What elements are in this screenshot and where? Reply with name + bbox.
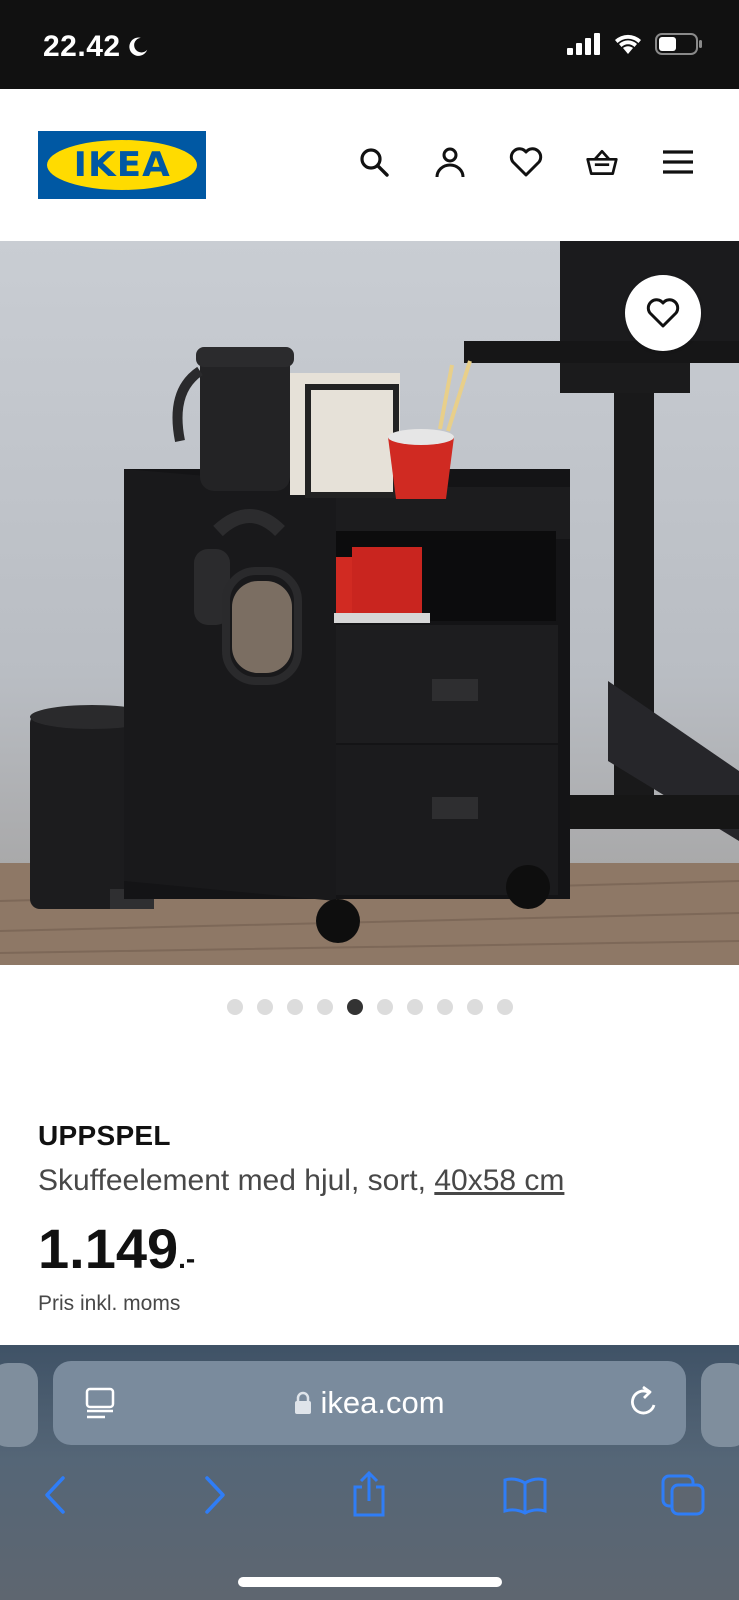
price-value: 1.149	[38, 1217, 179, 1280]
menu-icon	[663, 150, 693, 174]
product-photo	[0, 241, 739, 965]
carousel-dot[interactable]	[226, 999, 243, 1015]
tabs-icon	[661, 1474, 705, 1516]
wifi-icon	[615, 34, 641, 54]
carousel-dot[interactable]	[496, 999, 513, 1015]
price-note: Pris inkl. moms	[38, 1292, 181, 1315]
product-image[interactable]	[0, 241, 739, 965]
forward-button[interactable]	[190, 1470, 240, 1520]
back-icon	[45, 1476, 65, 1514]
forward-icon	[205, 1476, 225, 1514]
basket-icon	[586, 149, 618, 175]
carousel-dot[interactable]	[406, 999, 423, 1015]
product-dimensions-link[interactable]: 40x58 cm	[434, 1164, 564, 1197]
price-suffix: .-	[178, 1243, 196, 1274]
carousel-dot[interactable]	[256, 999, 273, 1015]
carousel-dot[interactable]	[346, 999, 363, 1015]
status-time-text: 22.42	[43, 30, 121, 63]
previous-tab-preview[interactable]	[0, 1363, 38, 1447]
battery-icon	[655, 33, 702, 55]
heart-icon	[509, 147, 543, 177]
browser-bar: ikea.com	[0, 1345, 739, 1600]
account-button[interactable]	[433, 145, 467, 179]
carousel-dot[interactable]	[376, 999, 393, 1015]
logo-text: IKEA	[73, 145, 171, 185]
carousel-dot[interactable]	[466, 999, 483, 1015]
browser-toolbar	[0, 1470, 739, 1530]
site-header: IKEA	[0, 89, 739, 241]
bookmarks-icon	[503, 1477, 547, 1515]
product-description: Skuffeelement med hjul, sort, 40x58 cm	[38, 1164, 564, 1198]
lock-icon	[295, 1391, 312, 1414]
home-indicator[interactable]	[238, 1577, 502, 1587]
search-icon	[360, 148, 389, 177]
share-button[interactable]	[344, 1470, 394, 1520]
url-text: ikea.com	[320, 1385, 445, 1420]
reload-icon[interactable]	[628, 1385, 660, 1419]
status-bar: 22.42	[0, 0, 739, 89]
back-button[interactable]	[30, 1470, 80, 1520]
basket-button[interactable]	[585, 145, 619, 179]
status-icons	[567, 33, 703, 55]
tabs-button[interactable]	[658, 1470, 708, 1520]
status-time: 22.42	[43, 30, 149, 64]
account-icon	[435, 147, 465, 178]
url-display: ikea.com	[53, 1385, 686, 1421]
address-bar[interactable]: ikea.com	[53, 1361, 686, 1445]
bookmarks-button[interactable]	[500, 1470, 550, 1520]
carousel-dot[interactable]	[286, 999, 303, 1015]
logo-oval: IKEA	[47, 140, 197, 190]
moon-icon	[128, 37, 147, 56]
header-icons	[357, 145, 695, 179]
favourite-button[interactable]	[625, 275, 701, 351]
next-tab-preview[interactable]	[701, 1363, 739, 1447]
product-name: UPPSPEL	[38, 1120, 171, 1151]
product-price: 1.149 .-	[38, 1216, 195, 1281]
product-description-text: Skuffeelement med hjul, sort,	[38, 1164, 435, 1197]
wishlist-button[interactable]	[509, 145, 543, 179]
signal-icon	[567, 33, 600, 55]
menu-button[interactable]	[661, 145, 695, 179]
ikea-logo[interactable]: IKEA	[38, 131, 206, 199]
heart-icon	[646, 298, 680, 328]
carousel-dots	[0, 999, 739, 1015]
share-icon	[353, 1471, 385, 1517]
carousel-dot[interactable]	[436, 999, 453, 1015]
search-button[interactable]	[357, 145, 391, 179]
carousel-dot[interactable]	[316, 999, 333, 1015]
